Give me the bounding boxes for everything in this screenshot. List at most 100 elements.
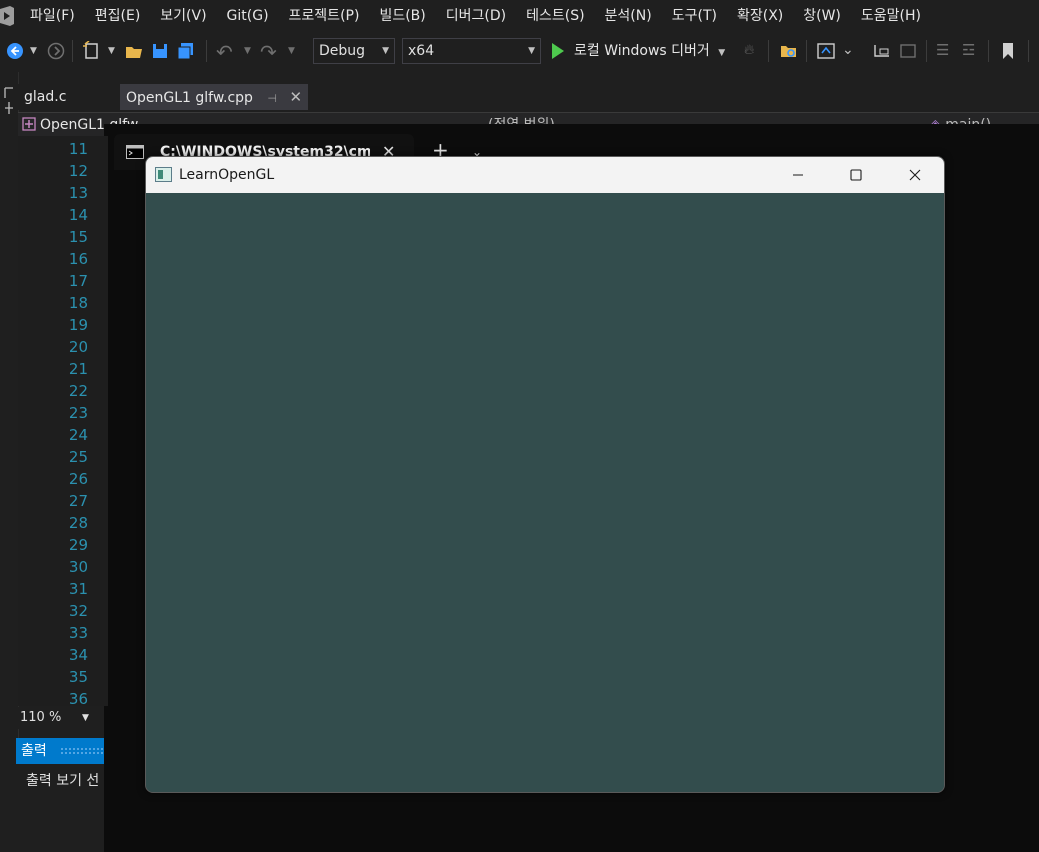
line-number: 25 [68, 448, 88, 466]
menu-build[interactable]: 빌드(B) [369, 0, 435, 32]
undo-icon[interactable]: ↶ [216, 40, 233, 64]
menu-tools[interactable]: 도구(T) [662, 0, 727, 32]
menu-git[interactable]: Git(G) [217, 0, 279, 32]
menu-extensions[interactable]: 확장(X) [727, 0, 793, 32]
panel-drag-handle[interactable] [60, 747, 104, 755]
save-all-icon[interactable] [176, 41, 196, 61]
line-number: 36 [68, 690, 88, 708]
zoom-select[interactable]: 110 % ▼ [16, 707, 104, 729]
open-folder-icon[interactable] [124, 41, 144, 61]
line-number: 21 [68, 360, 88, 378]
run-debugger-button[interactable]: 로컬 Windows 디버거 ▼ [574, 38, 725, 66]
output-panel-header[interactable]: 출력 [16, 738, 104, 764]
close-icon [909, 169, 921, 181]
line-number: 31 [68, 580, 88, 598]
menu-test[interactable]: 테스트(S) [516, 0, 594, 32]
line-number: 16 [68, 250, 88, 268]
visual-studio-logo-icon[interactable] [0, 6, 14, 26]
output-panel-title: 출력 [21, 743, 47, 759]
side-tool-strip[interactable] [0, 72, 19, 852]
toolbar: ▼ ▼ ↶ ▼ ↷ ▼ Debug ▼ x64 ▼ 로컬 Windows 디버거… [0, 32, 1039, 70]
redo-icon[interactable]: ↷ [260, 40, 277, 64]
line-number: 27 [68, 492, 88, 510]
bookmark-icon[interactable] [998, 41, 1018, 61]
window-title: LearnOpenGL [179, 167, 275, 183]
tab-label: OpenGL1 glfw.cpp [126, 90, 253, 106]
menu-view[interactable]: 보기(V) [150, 0, 216, 32]
new-item-dropdown-icon[interactable]: ▼ [108, 46, 115, 56]
uncomment-lines-icon[interactable]: ☲ [962, 41, 975, 59]
chevron-down-icon: ▼ [528, 46, 535, 56]
line-number: 35 [68, 668, 88, 686]
new-item-icon[interactable] [82, 41, 102, 61]
window-title-bar[interactable]: LearnOpenGL [146, 157, 944, 193]
tab-opengl1-glfw-cpp[interactable]: OpenGL1 glfw.cpp ⊣ ✕ [120, 84, 308, 110]
maximize-button[interactable] [827, 157, 885, 193]
pin-icon[interactable]: ⊣ [267, 92, 277, 105]
menu-debug[interactable]: 디버그(D) [436, 0, 516, 32]
app-window-icon [155, 167, 172, 182]
toolbar-overflow-icon[interactable]: ⌄ [842, 42, 854, 58]
redo-dropdown-icon[interactable]: ▼ [288, 46, 295, 56]
tab-glad-c[interactable]: glad.c [18, 84, 118, 110]
line-number: 33 [68, 624, 88, 642]
line-number: 11 [68, 140, 88, 158]
hot-reload-icon[interactable]: 🔥︎ [744, 42, 754, 58]
line-number: 20 [68, 338, 88, 356]
toolbar-separator [768, 40, 769, 62]
find-in-files-icon[interactable] [779, 41, 799, 61]
comment-lines-icon[interactable]: ☰ [936, 41, 949, 59]
line-number: 28 [68, 514, 88, 532]
toolbar-separator [1028, 40, 1029, 62]
zoom-value: 110 % [20, 710, 62, 725]
line-number: 22 [68, 382, 88, 400]
learnopengl-window: LearnOpenGL [145, 156, 945, 793]
toolbar-separator [206, 40, 207, 62]
close-button[interactable] [886, 157, 944, 193]
toolbar-separator [988, 40, 989, 62]
line-number: 15 [68, 228, 88, 246]
back-dropdown-icon[interactable]: ▼ [30, 46, 37, 56]
undo-dropdown-icon[interactable]: ▼ [244, 46, 251, 56]
command-prompt-icon [126, 145, 144, 159]
forward-icon[interactable] [47, 42, 65, 60]
tab-label: glad.c [24, 89, 67, 105]
output-panel-body: 출력 보기 선 [16, 764, 104, 852]
document-tab-bar: glad.c OpenGL1 glfw.cpp ⊣ ✕ [18, 84, 1039, 110]
run-dropdown-icon[interactable]: ▼ [718, 48, 725, 58]
line-number: 32 [68, 602, 88, 620]
run-debugger-icon[interactable] [551, 42, 565, 60]
window-layout-icon[interactable] [898, 41, 918, 61]
back-icon[interactable] [6, 42, 24, 60]
configuration-value: Debug [319, 43, 366, 59]
toolbar-separator [806, 40, 807, 62]
menu-project[interactable]: 프로젝트(P) [279, 0, 370, 32]
chevron-down-icon: ▼ [82, 713, 89, 723]
minimize-button[interactable] [769, 157, 827, 193]
chevron-down-icon: ▼ [382, 46, 389, 56]
run-debugger-label: 로컬 Windows 디버거 [574, 43, 710, 59]
save-icon[interactable] [150, 41, 170, 61]
menu-help[interactable]: 도움말(H) [851, 0, 931, 32]
menu-analyze[interactable]: 분석(N) [595, 0, 662, 32]
platform-value: x64 [408, 43, 435, 59]
menu-edit[interactable]: 편집(E) [85, 0, 151, 32]
browser-link-icon[interactable] [816, 41, 836, 61]
configuration-select[interactable]: Debug ▼ [313, 38, 395, 64]
cpp-project-icon [22, 117, 36, 131]
line-number: 24 [68, 426, 88, 444]
line-number: 12 [68, 162, 88, 180]
solution-explorer-tab-icon[interactable] [3, 86, 15, 116]
menu-bar: 파일(F) 편집(E) 보기(V) Git(G) 프로젝트(P) 빌드(B) 디… [0, 0, 1039, 32]
opengl-render-canvas[interactable] [146, 193, 944, 792]
output-source-label: 출력 보기 선 [26, 773, 100, 789]
platform-select[interactable]: x64 ▼ [402, 38, 541, 64]
line-number: 34 [68, 646, 88, 664]
menu-items: 파일(F) 편집(E) 보기(V) Git(G) 프로젝트(P) 빌드(B) 디… [20, 0, 931, 32]
close-icon[interactable]: ✕ [289, 88, 302, 106]
step-over-icon[interactable] [872, 41, 892, 61]
line-number: 18 [68, 294, 88, 312]
menu-window[interactable]: 창(W) [793, 0, 851, 32]
line-number: 29 [68, 536, 88, 554]
menu-file[interactable]: 파일(F) [20, 0, 85, 32]
